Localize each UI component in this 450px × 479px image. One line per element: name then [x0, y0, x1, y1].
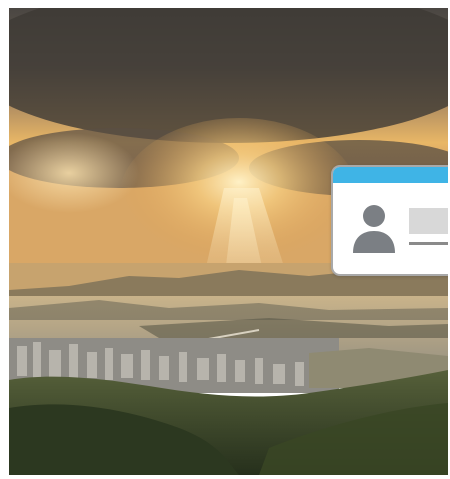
contact-card[interactable] — [331, 165, 448, 276]
user-avatar-icon — [353, 205, 395, 253]
name-placeholder-bar — [409, 208, 448, 234]
card-header-bar — [333, 167, 448, 183]
detail-placeholder-line — [409, 242, 448, 245]
photo-frame — [9, 8, 448, 475]
card-body — [333, 183, 448, 274]
